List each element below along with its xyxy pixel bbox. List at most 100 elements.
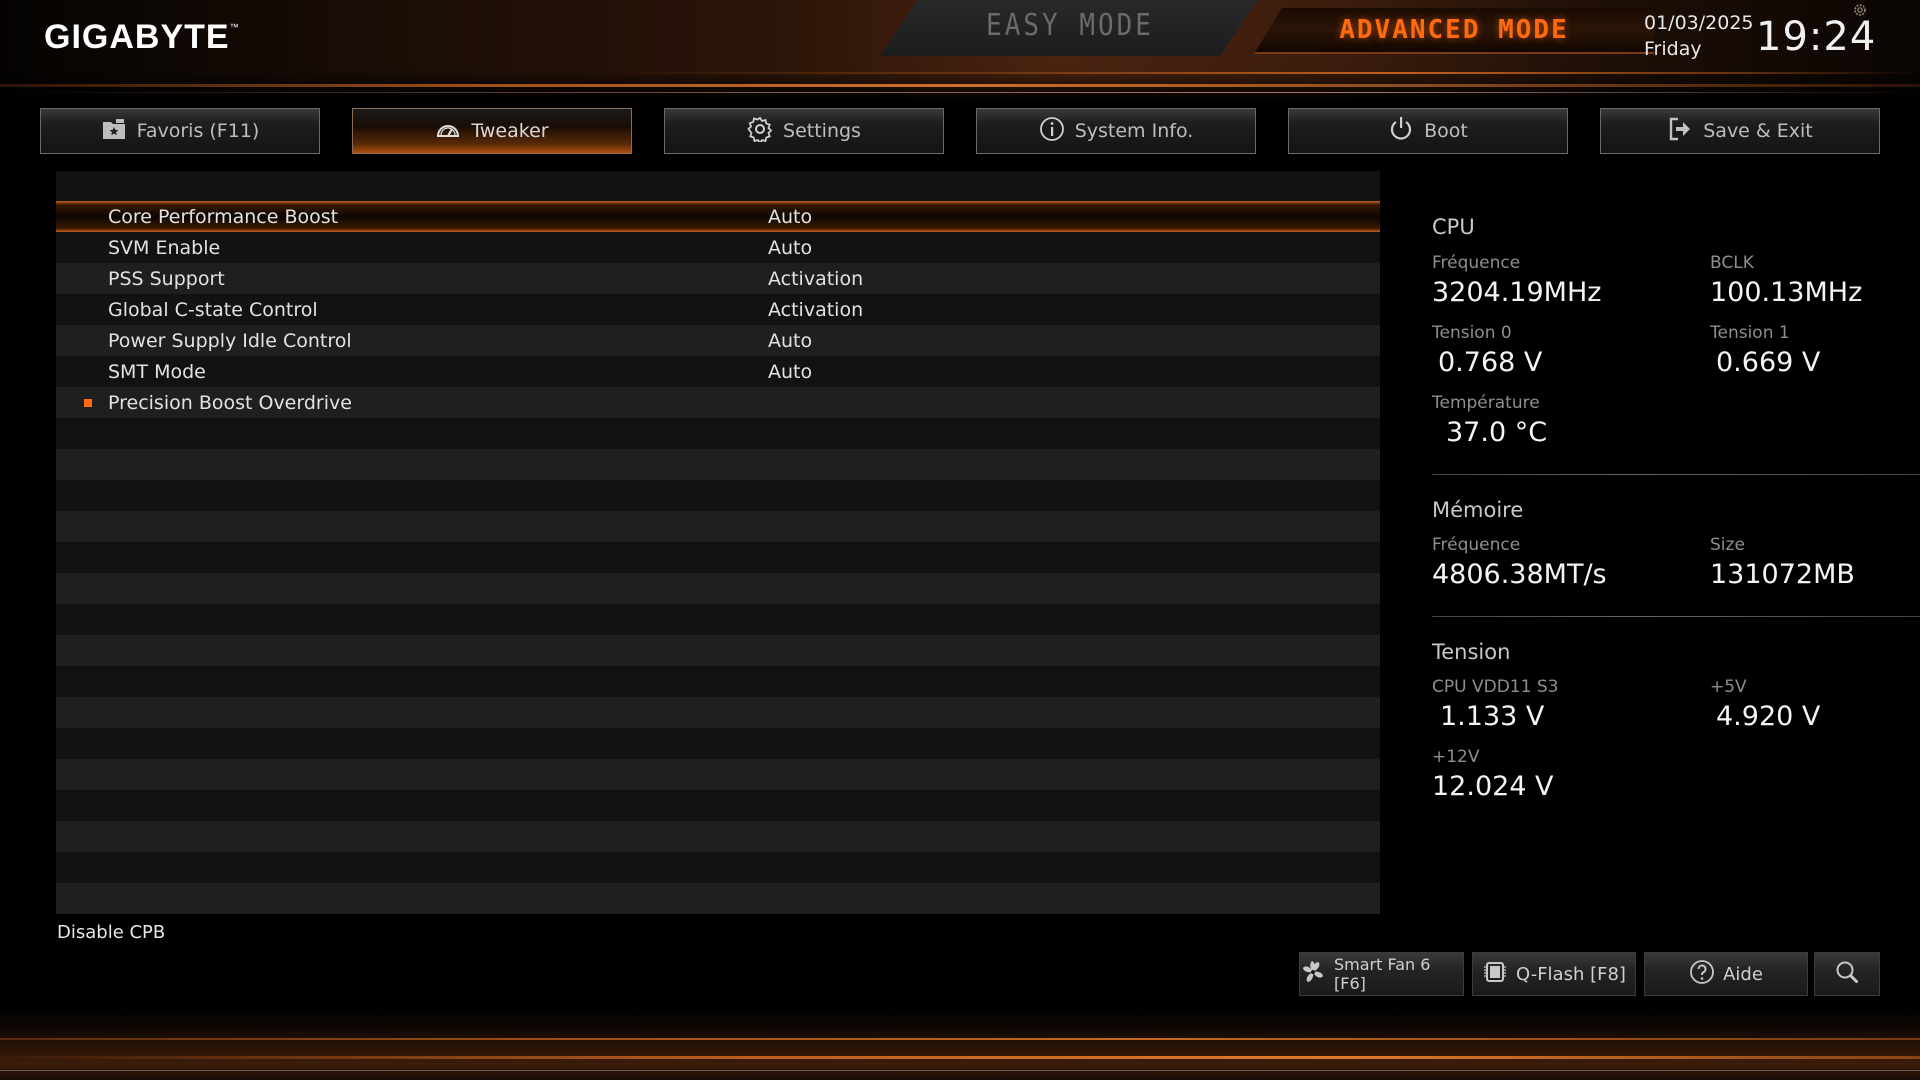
setting-label: Core Performance Boost (108, 205, 339, 228)
tab-label: Favoris (F11) (136, 120, 260, 142)
v12-value: 12.024 V (1432, 771, 1554, 802)
tab-label: System Info. (1074, 120, 1194, 142)
empty-row (56, 573, 1380, 604)
bclk-value: 100.13MHz (1710, 277, 1863, 308)
favorites-folder-star-icon (101, 116, 127, 147)
qflash-label: Q-Flash [F8] (1516, 963, 1626, 985)
settings-list-panel: Core Performance Boost Auto SVM Enable A… (56, 171, 1380, 914)
setting-row-svm-enable[interactable]: SVM Enable Auto (56, 232, 1380, 263)
setting-row-global-cstate-control[interactable]: Global C-state Control Activation (56, 294, 1380, 325)
vdd-label: CPU VDD11 S3 (1432, 677, 1559, 697)
section-divider (1432, 616, 1920, 617)
smart-fan-label: Smart Fan 6 [F6] (1334, 955, 1431, 993)
tab-label: Settings (783, 120, 861, 142)
tab-boot[interactable]: Boot (1288, 108, 1568, 154)
footer-streak (0, 1056, 1920, 1059)
tab-settings[interactable]: Settings (664, 108, 944, 154)
gigabyte-logo: GIGABYTE™ (44, 18, 240, 57)
panel-header (56, 171, 1380, 201)
tab-label: Tweaker (471, 120, 549, 142)
easy-mode-button[interactable]: EASY MODE (880, 0, 1260, 56)
setting-label: SMT Mode (108, 360, 206, 383)
empty-row (56, 604, 1380, 635)
search-button[interactable] (1814, 952, 1880, 996)
empty-row (56, 759, 1380, 790)
tab-save-exit[interactable]: Save & Exit (1600, 108, 1880, 154)
question-circle-icon (1689, 959, 1715, 990)
empty-row (56, 666, 1380, 697)
setting-label: SVM Enable (108, 236, 221, 259)
search-icon (1834, 959, 1860, 990)
info-icon (1039, 116, 1065, 147)
section-divider (1432, 474, 1920, 475)
setting-value[interactable]: Auto (768, 206, 812, 228)
empty-row (56, 852, 1380, 883)
help-label: Aide (1723, 963, 1763, 985)
advanced-mode-button[interactable]: ADVANCED MODE (1254, 8, 1654, 54)
clock-display: 19:24 (1756, 14, 1877, 60)
empty-row (56, 542, 1380, 573)
footer-background (0, 1000, 1920, 1080)
cpu-freq-value: 3204.19MHz (1432, 277, 1602, 308)
empty-row (56, 790, 1380, 821)
memory-freq-label: Fréquence (1432, 535, 1521, 555)
setting-label: Precision Boost Overdrive (108, 391, 352, 414)
empty-row (56, 480, 1380, 511)
empty-row (56, 418, 1380, 449)
setting-label: Power Supply Idle Control (108, 329, 352, 352)
exit-icon (1667, 116, 1693, 147)
smart-fan-button[interactable]: Smart Fan 6 [F6] (1299, 952, 1464, 996)
date-display: 01/03/2025 (1644, 12, 1754, 34)
gear-icon (747, 116, 773, 147)
footer-streak (0, 1038, 1920, 1040)
vdd-value: 1.133 V (1440, 701, 1545, 732)
weekday-display: Friday (1644, 38, 1702, 60)
v12-label: +12V (1432, 747, 1480, 767)
empty-row (56, 635, 1380, 666)
memory-size-value: 131072MB (1710, 559, 1855, 590)
v5-label: +5V (1710, 677, 1747, 697)
fan-icon (1300, 959, 1326, 989)
tension0-label: Tension 0 (1432, 323, 1512, 343)
setting-row-precision-boost-overdrive[interactable]: Precision Boost Overdrive (56, 387, 1380, 418)
setting-row-pss-support[interactable]: PSS Support Activation (56, 263, 1380, 294)
tab-favorites[interactable]: Favoris (F11) (40, 108, 320, 154)
header-streak (0, 92, 1920, 93)
voltage-section-title: Tension (1432, 640, 1511, 664)
temperature-value: 37.0 °C (1446, 417, 1548, 448)
setting-row-smt-mode[interactable]: SMT Mode Auto (56, 356, 1380, 387)
tab-tweaker[interactable]: Tweaker (352, 108, 632, 154)
cpu-freq-label: Fréquence (1432, 253, 1521, 273)
header-streak (600, 72, 1920, 74)
setting-row-core-performance-boost[interactable]: Core Performance Boost Auto (56, 201, 1380, 232)
settings-gear-icon[interactable] (1852, 2, 1868, 18)
tab-system-info[interactable]: System Info. (976, 108, 1256, 154)
header-streak (0, 84, 1920, 87)
qflash-button[interactable]: Q-Flash [F8] (1472, 952, 1636, 996)
setting-value[interactable]: Auto (768, 237, 812, 259)
help-description: Disable CPB (57, 922, 166, 943)
easy-mode-label: EASY MODE (986, 8, 1154, 44)
setting-label: PSS Support (108, 267, 225, 290)
setting-value[interactable]: Auto (768, 330, 812, 352)
help-button[interactable]: Aide (1644, 952, 1808, 996)
tension0-value: 0.768 V (1438, 347, 1543, 378)
setting-value[interactable]: Auto (768, 361, 812, 383)
empty-row (56, 883, 1380, 914)
advanced-mode-label: ADVANCED MODE (1339, 15, 1569, 45)
logo-text: GIGABYTE (44, 18, 230, 56)
memory-freq-value: 4806.38MT/s (1432, 559, 1607, 590)
chip-icon (1482, 959, 1508, 990)
memory-size-label: Size (1710, 535, 1745, 555)
setting-row-power-supply-idle-control[interactable]: Power Supply Idle Control Auto (56, 325, 1380, 356)
power-icon (1388, 116, 1414, 147)
setting-value[interactable]: Activation (768, 268, 863, 290)
temperature-label: Température (1432, 393, 1540, 413)
trademark: ™ (229, 22, 240, 32)
empty-row (56, 449, 1380, 480)
tab-label: Save & Exit (1703, 120, 1813, 142)
tab-label: Boot (1424, 120, 1468, 142)
tension1-label: Tension 1 (1710, 323, 1790, 343)
empty-row (56, 728, 1380, 759)
setting-value[interactable]: Activation (768, 299, 863, 321)
